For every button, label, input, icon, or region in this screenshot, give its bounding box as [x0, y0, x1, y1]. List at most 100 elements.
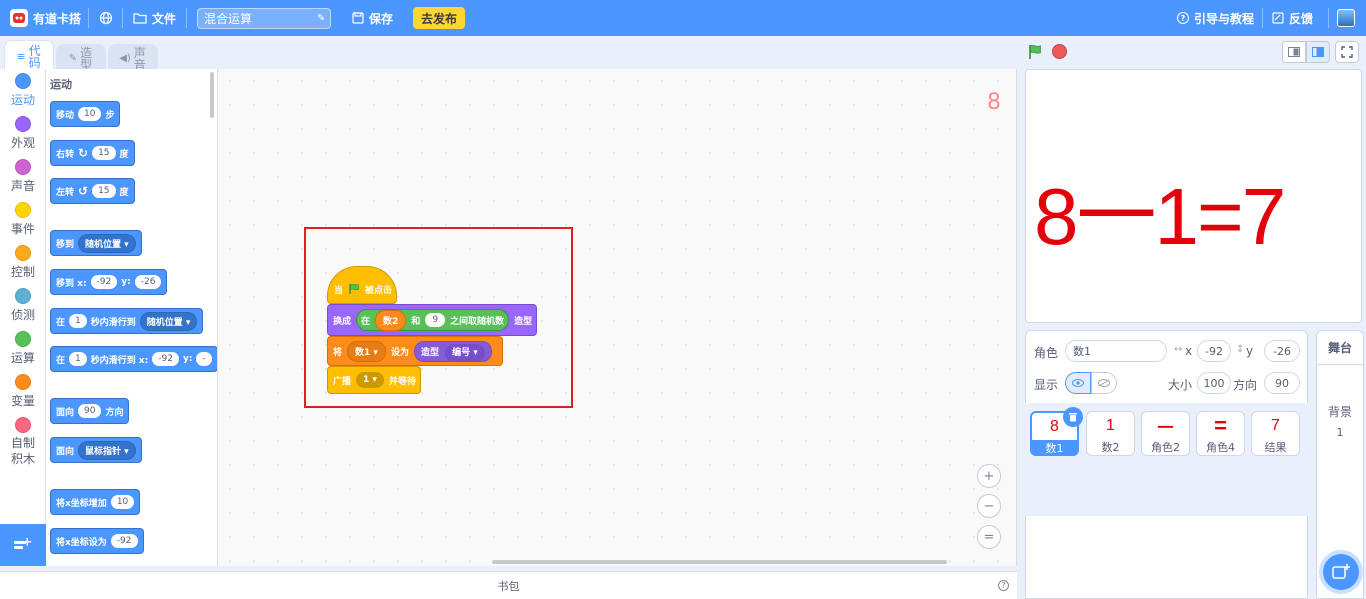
- block-point-towards[interactable]: 面向 鼠标指针 ▾: [50, 437, 142, 463]
- category-dot: [15, 202, 31, 218]
- towards-dropdown[interactable]: 鼠标指针 ▾: [78, 440, 136, 460]
- zoom-in-button[interactable]: +: [977, 464, 1001, 488]
- hide-sprite-button[interactable]: [1091, 372, 1117, 394]
- variable-dropdown[interactable]: 数1 ▾: [347, 340, 386, 362]
- eye-icon: [1072, 379, 1084, 387]
- sprite-tile[interactable]: 一角色2: [1141, 411, 1190, 456]
- category-looks[interactable]: 外观: [0, 116, 46, 151]
- x-position-input[interactable]: -92: [1197, 340, 1231, 362]
- x-input[interactable]: -92: [90, 275, 118, 289]
- steps-input[interactable]: 10: [78, 107, 102, 121]
- add-backdrop-button[interactable]: [1323, 554, 1359, 590]
- large-stage-button[interactable]: [1306, 41, 1330, 63]
- sprite-list: 8 数1 1 数2 一角色2 = 角色4 7 结果: [1025, 403, 1308, 516]
- hat-content: 当 被点击: [329, 276, 397, 302]
- zoom-out-button[interactable]: −: [977, 494, 1001, 518]
- block-goto-xy[interactable]: 移到 x: -92 y: -26: [50, 269, 168, 295]
- stop-button[interactable]: [1052, 44, 1067, 59]
- block-set-x[interactable]: 将x坐标设为 -92: [50, 528, 144, 554]
- tab-costumes[interactable]: ✎ 造型: [56, 44, 106, 72]
- zoom-reset-button[interactable]: =: [977, 525, 1001, 549]
- palette-section-title: 运动: [50, 78, 72, 91]
- seconds-input[interactable]: 1: [69, 352, 87, 366]
- y-position-input[interactable]: -26: [1264, 340, 1300, 362]
- tab-code[interactable]: ≡ 代码: [4, 40, 54, 72]
- fullscreen-button[interactable]: [1335, 41, 1359, 63]
- guide-link[interactable]: ? 引导与教程: [1177, 0, 1254, 36]
- sprite-tile[interactable]: 8 数1: [1030, 407, 1083, 456]
- project-title-input[interactable]: [197, 8, 331, 29]
- random-max-input[interactable]: 9: [425, 313, 446, 327]
- divider: [186, 8, 187, 28]
- goto-dropdown[interactable]: 随机位置 ▾: [78, 233, 136, 253]
- show-sprite-button[interactable]: [1065, 372, 1091, 394]
- save-button[interactable]: 保存: [352, 0, 393, 36]
- block-broadcast-and-wait[interactable]: 广播 1 ▾ 并等待: [327, 366, 421, 394]
- block-turn-right[interactable]: 右转 ↻ 15 度: [50, 140, 135, 166]
- variable-reporter-num2[interactable]: 数2: [375, 309, 407, 331]
- tab-sounds[interactable]: ◀) 声音: [108, 44, 158, 72]
- block-change-x[interactable]: 将x坐标增加 10: [50, 489, 141, 515]
- sprite-name-input[interactable]: 数1: [1065, 340, 1167, 362]
- app-logo[interactable]: 有道卡搭: [10, 0, 81, 36]
- direction-input[interactable]: 90: [78, 404, 102, 418]
- message-dropdown[interactable]: 1 ▾: [356, 372, 384, 388]
- sprite-tile[interactable]: 7 结果: [1251, 411, 1300, 456]
- seconds-input[interactable]: 1: [69, 314, 87, 328]
- category-my-blocks[interactable]: 自制积木: [0, 417, 46, 467]
- block-glide-xy[interactable]: 在 1 秒内滑行到 x: -92 y: -: [50, 346, 217, 372]
- direction-input[interactable]: 90: [1264, 372, 1300, 394]
- stage-canvas[interactable]: 8一1=7: [1025, 69, 1362, 323]
- category-sensing[interactable]: 侦测: [0, 288, 46, 323]
- backdrop-label: 背景: [1327, 405, 1352, 419]
- divider: [1317, 364, 1363, 365]
- block-random-number[interactable]: 在 数2 和 9 之间取随机数: [356, 309, 510, 331]
- block-set-variable[interactable]: 将 数1 ▾ 设为 造型 编号 ▾: [327, 336, 503, 366]
- small-stage-button[interactable]: [1282, 41, 1306, 63]
- file-menu[interactable]: 文件: [133, 0, 176, 36]
- x-input[interactable]: -92: [152, 352, 179, 366]
- stage-header: [1017, 36, 1366, 70]
- sprite-tile[interactable]: = 角色4: [1196, 411, 1245, 456]
- rotate-left-icon: ↺: [78, 184, 89, 198]
- category-events[interactable]: 事件: [0, 202, 46, 237]
- costume-reporter[interactable]: 造型 编号 ▾: [413, 340, 492, 362]
- y-input[interactable]: -: [196, 352, 212, 366]
- green-flag-button[interactable]: [1027, 44, 1043, 60]
- costume-attribute-dropdown[interactable]: 编号 ▾: [445, 343, 485, 362]
- category-control[interactable]: 控制: [0, 245, 46, 280]
- publish-button[interactable]: 去发布: [413, 7, 465, 29]
- degrees-input[interactable]: 15: [92, 184, 116, 198]
- add-extension-button[interactable]: [0, 524, 46, 566]
- category-operators[interactable]: 运算: [0, 331, 46, 366]
- category-variables[interactable]: 变量: [0, 374, 46, 409]
- size-input[interactable]: 100: [1197, 372, 1231, 394]
- block-point-direction[interactable]: 面向 90 方向: [50, 398, 130, 424]
- help-icon[interactable]: ?: [998, 580, 1009, 591]
- degrees-input[interactable]: 15: [92, 146, 116, 160]
- current-sprite-watermark: 8: [987, 90, 1001, 115]
- block-turn-left[interactable]: 左转 ↺ 15 度: [50, 178, 135, 204]
- sprite-tile[interactable]: 1 数2: [1086, 411, 1135, 456]
- language-icon[interactable]: [99, 0, 113, 36]
- palette-scrollbar[interactable]: [210, 72, 214, 118]
- block-goto[interactable]: 移到 随机位置 ▾: [50, 230, 142, 256]
- zoom-out-icon: −: [983, 498, 995, 514]
- brush-icon: ✎: [68, 52, 78, 64]
- user-avatar[interactable]: [1337, 0, 1355, 36]
- category-sound[interactable]: 声音: [0, 159, 46, 194]
- code-icon: ≡: [16, 49, 26, 63]
- x-change-input[interactable]: 10: [110, 495, 135, 509]
- y-input[interactable]: -26: [134, 275, 162, 289]
- block-glide[interactable]: 在 1 秒内滑行到 随机位置 ▾: [50, 308, 204, 334]
- category-motion[interactable]: 运动: [0, 73, 46, 108]
- block-move-steps[interactable]: 移动 10 步: [50, 101, 121, 127]
- feedback-link[interactable]: 反馈: [1272, 0, 1313, 36]
- block-switch-costume[interactable]: 换成 在 数2 和 9 之间取随机数 造型: [327, 304, 537, 336]
- glide-dropdown[interactable]: 随机位置 ▾: [139, 311, 198, 331]
- delete-sprite-button[interactable]: [1063, 407, 1083, 427]
- workspace-scrollbar[interactable]: [492, 560, 947, 564]
- backpack-bar[interactable]: 书包 ?: [0, 571, 1017, 599]
- divider: [1328, 8, 1329, 28]
- x-set-input[interactable]: -92: [110, 534, 138, 548]
